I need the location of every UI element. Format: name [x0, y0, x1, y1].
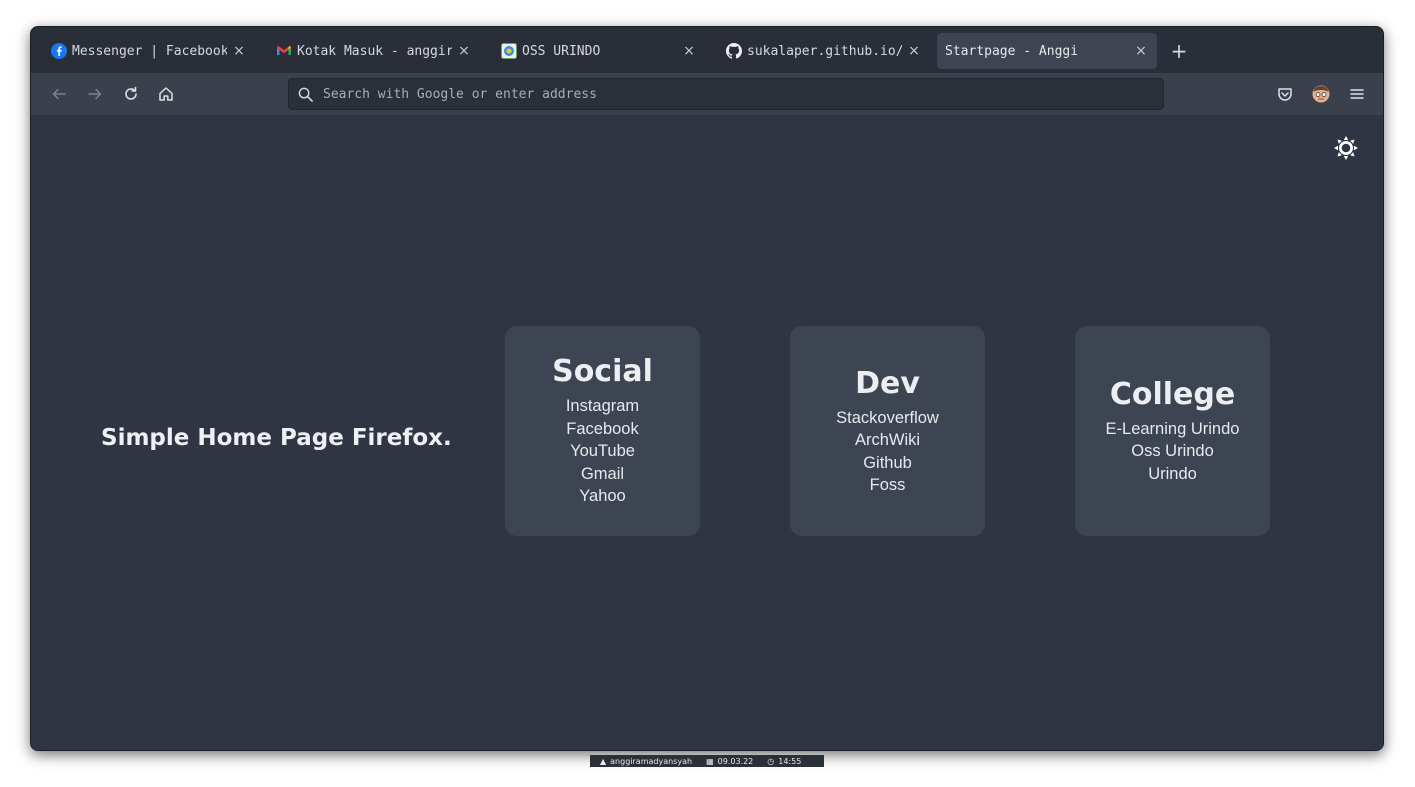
taskbar-user: ▲ anggiramadyansyah [600, 757, 692, 766]
card-college: College E-Learning Urindo Oss Urindo Uri… [1075, 326, 1270, 536]
reload-button[interactable] [119, 82, 143, 106]
tab-startpage[interactable]: Startpage - Anggi × [937, 33, 1157, 69]
card-title: Social [552, 354, 653, 390]
link-facebook[interactable]: Facebook [566, 418, 638, 441]
clock-icon: ◷ [767, 756, 775, 766]
card-title: College [1109, 376, 1236, 412]
facebook-icon [51, 43, 67, 59]
tab-github-page[interactable]: sukalaper.github.io/in × [714, 33, 930, 69]
tab-oss-urindo[interactable]: OSS URINDO × [489, 33, 705, 69]
tab-title: OSS URINDO [522, 43, 601, 59]
navigation-toolbar [31, 73, 1383, 116]
close-tab-icon[interactable]: × [1133, 43, 1149, 59]
taskbar-date: ▦ 09.03.22 [706, 757, 753, 766]
close-tab-icon[interactable]: × [231, 43, 247, 59]
arrow-right-icon [88, 88, 102, 100]
home-button[interactable] [154, 82, 178, 106]
reload-icon [125, 86, 137, 100]
link-yahoo[interactable]: Yahoo [579, 485, 626, 508]
search-icon [297, 86, 313, 102]
taskbar-clock: ◷ 14:55 [767, 757, 801, 766]
link-oss-urindo[interactable]: Oss Urindo [1131, 440, 1214, 463]
close-tab-icon[interactable]: × [906, 43, 922, 59]
tab-title: Startpage - Anggi [945, 43, 1079, 59]
account-button[interactable] [1309, 82, 1333, 106]
tab-title: sukalaper.github.io/in [747, 43, 902, 59]
taskbar-time-text: 14:55 [778, 756, 802, 766]
card-title: Dev [855, 365, 920, 401]
link-urindo[interactable]: Urindo [1148, 463, 1197, 486]
arch-logo-icon: ▲ [600, 756, 607, 766]
tab-title: Messenger | Facebook [72, 43, 227, 59]
link-archwiki[interactable]: ArchWiki [855, 429, 920, 452]
card-dev: Dev Stackoverflow ArchWiki Github Foss [790, 326, 985, 536]
avatar-icon [1312, 85, 1330, 103]
address-bar[interactable] [288, 78, 1164, 110]
taskbar-date-text: 09.03.22 [717, 756, 754, 766]
page-headline: Simple Home Page Firefox. [101, 425, 452, 451]
startpage-content: Simple Home Page Firefox. Social Instagr… [31, 115, 1383, 750]
github-icon [726, 43, 742, 59]
close-tab-icon[interactable]: × [456, 43, 472, 59]
forward-button[interactable] [83, 82, 107, 106]
taskbar-username: anggiramadyansyah [610, 756, 693, 766]
theme-toggle-button[interactable] [1333, 135, 1359, 161]
back-button[interactable] [47, 82, 71, 106]
browser-window: Messenger | Facebook × Kotak Masuk - ang… [30, 26, 1384, 751]
home-icon [159, 87, 173, 101]
url-input[interactable] [321, 85, 1163, 103]
link-instagram[interactable]: Instagram [566, 395, 639, 418]
urindo-icon [501, 43, 517, 59]
tab-strip: Messenger | Facebook × Kotak Masuk - ang… [31, 27, 1383, 73]
gmail-icon [276, 43, 292, 59]
link-gmail[interactable]: Gmail [581, 463, 624, 486]
hamburger-menu-icon [1350, 89, 1364, 99]
tab-messenger[interactable]: Messenger | Facebook × [39, 33, 255, 69]
link-elearning-urindo[interactable]: E-Learning Urindo [1106, 418, 1240, 441]
new-tab-button[interactable]: + [1167, 39, 1191, 63]
tab-gmail[interactable]: Kotak Masuk - anggirrr × [264, 33, 480, 69]
arrow-left-icon [52, 88, 66, 100]
system-taskbar: ▲ anggiramadyansyah ▦ 09.03.22 ◷ 14:55 [590, 755, 824, 767]
link-youtube[interactable]: YouTube [570, 440, 635, 463]
app-menu-button[interactable] [1345, 82, 1369, 106]
link-github[interactable]: Github [863, 452, 912, 475]
pocket-button[interactable] [1273, 82, 1297, 106]
close-tab-icon[interactable]: × [681, 43, 697, 59]
card-social: Social Instagram Facebook YouTube Gmail … [505, 326, 700, 536]
link-foss[interactable]: Foss [870, 474, 906, 497]
link-stackoverflow[interactable]: Stackoverflow [836, 407, 939, 430]
calendar-icon: ▦ [706, 756, 714, 766]
pocket-icon [1278, 88, 1292, 101]
tab-title: Kotak Masuk - anggirrr [297, 43, 452, 59]
sun-icon [1334, 136, 1358, 160]
